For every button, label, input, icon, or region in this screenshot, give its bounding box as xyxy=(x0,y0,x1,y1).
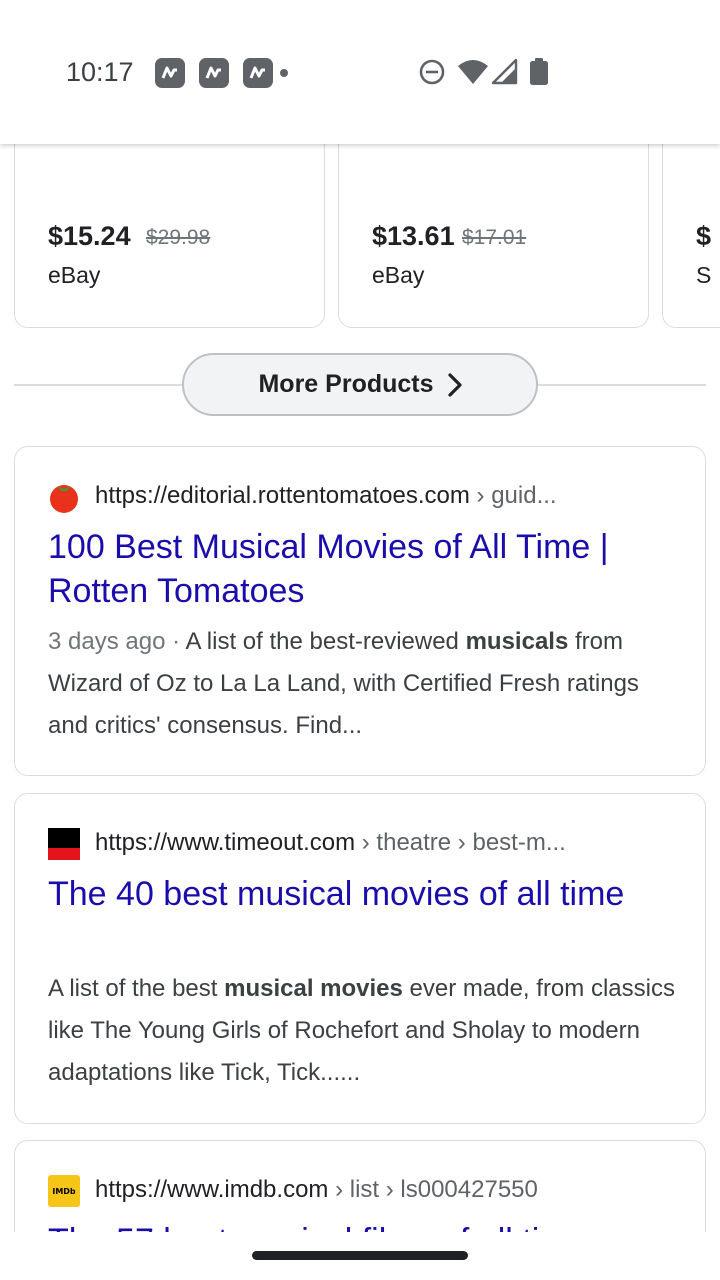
chevron-right-icon xyxy=(447,372,462,397)
product-seller: eBay xyxy=(372,262,425,288)
search-result-card[interactable]: https://editorial.rottentomatoes.com › g… xyxy=(14,446,706,776)
wifi-icon xyxy=(458,60,488,84)
result-title-link[interactable]: The 40 best musical movies of all time xyxy=(48,872,678,916)
news-notification-icon xyxy=(155,58,185,88)
product-old-price: $29.98 xyxy=(146,226,211,249)
url-breadcrumb: › theatre › best-m... xyxy=(355,829,566,856)
search-result-card[interactable]: IMDb https://www.imdb.com › list › ls000… xyxy=(14,1140,706,1232)
snippet-text: A list of the best xyxy=(48,975,225,1002)
product-card[interactable]: $ S xyxy=(662,144,720,328)
url-breadcrumb: › list › ls000427550 xyxy=(328,1176,538,1203)
more-products-button[interactable]: More Products xyxy=(182,353,538,416)
result-url[interactable]: https://www.timeout.com › theatre › best… xyxy=(95,829,566,857)
snippet-text: A list of the best-reviewed xyxy=(185,628,466,655)
product-card[interactable]: $15.24 $29.98 eBay xyxy=(14,144,325,328)
result-url[interactable]: https://www.imdb.com › list › ls00042755… xyxy=(95,1176,538,1204)
url-domain: https://editorial.rottentomatoes.com xyxy=(95,482,470,509)
result-title-link[interactable]: 100 Best Musical Movies of All Time | Ro… xyxy=(48,525,678,613)
result-title-link[interactable]: The 57 best musical films of all time xyxy=(48,1219,678,1232)
status-bar: 10:17 xyxy=(0,0,720,144)
search-results-page[interactable]: $15.24 $29.98 eBay $13.61 $17.01 eBay $ … xyxy=(0,144,720,1232)
snippet-separator: · xyxy=(165,628,186,655)
product-card[interactable]: $13.61 $17.01 eBay xyxy=(338,144,649,328)
battery-icon xyxy=(530,58,548,85)
tomato-icon xyxy=(50,485,78,513)
do-not-disturb-icon xyxy=(419,59,445,85)
url-breadcrumb: › guid... xyxy=(469,482,557,509)
more-notifications-dot xyxy=(280,69,288,77)
status-time: 10:17 xyxy=(66,57,134,87)
home-gesture-handle[interactable] xyxy=(252,1251,468,1260)
product-seller: eBay xyxy=(48,262,101,288)
product-price: $13.61 xyxy=(372,221,455,251)
imdb-icon: IMDb xyxy=(48,1175,80,1207)
url-domain: https://www.imdb.com xyxy=(95,1176,329,1203)
product-seller: S xyxy=(696,262,712,288)
cell-signal-icon xyxy=(491,58,518,85)
more-products-label: More Products xyxy=(258,370,434,398)
result-snippet: A list of the best musical movies ever m… xyxy=(48,968,678,1094)
search-result-card[interactable]: https://www.timeout.com › theatre › best… xyxy=(14,793,706,1124)
timeout-icon xyxy=(48,828,80,860)
result-url[interactable]: https://editorial.rottentomatoes.com › g… xyxy=(95,482,557,510)
url-domain: https://www.timeout.com xyxy=(95,829,356,856)
product-price: $15.24 xyxy=(48,221,131,251)
product-old-price: $17.01 xyxy=(462,226,527,249)
news-notification-icon xyxy=(243,58,273,88)
news-notification-icon xyxy=(199,58,229,88)
navigation-bar xyxy=(0,1232,720,1280)
snippet-highlight: musicals xyxy=(465,628,569,655)
result-date: 3 days ago xyxy=(48,628,166,655)
product-price: $ xyxy=(696,221,712,251)
result-snippet: 3 days ago · A list of the best-reviewed… xyxy=(48,621,678,747)
snippet-highlight: musical movies xyxy=(224,975,403,1002)
